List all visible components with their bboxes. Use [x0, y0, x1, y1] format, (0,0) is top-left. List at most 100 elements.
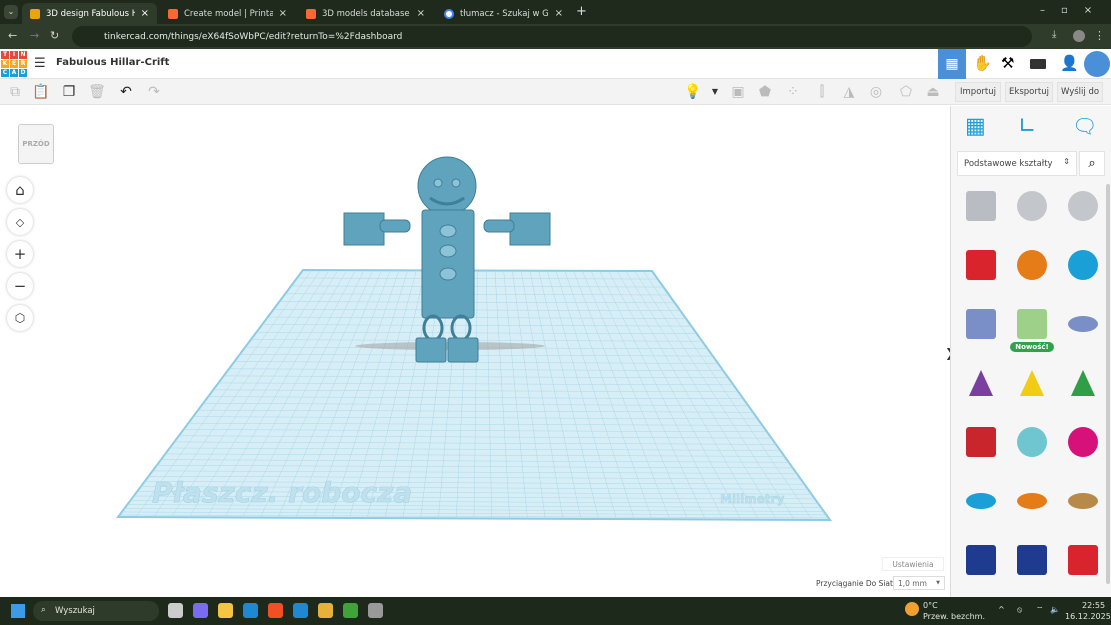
- notes-icon[interactable]: 🗨: [1072, 114, 1097, 138]
- settings-icon[interactable]: [368, 603, 383, 618]
- copy-icon[interactable]: ⧉: [6, 83, 24, 101]
- shape-text[interactable]: [959, 420, 1003, 464]
- file-explorer-icon[interactable]: [168, 603, 183, 618]
- new-tab-button[interactable]: +: [576, 4, 587, 19]
- back-icon[interactable]: ←: [8, 29, 17, 42]
- tab-list-button[interactable]: ⌄: [4, 5, 18, 19]
- minecraft-pickaxe-icon[interactable]: ⚒: [1001, 54, 1014, 72]
- shape-torus[interactable]: [959, 479, 1003, 523]
- workplane-label: Płaszcz. robocza: [152, 476, 412, 509]
- invite-user-icon[interactable]: 👤: [1060, 54, 1079, 72]
- windows-start-icon[interactable]: [11, 604, 25, 618]
- window-controls[interactable]: –▫×: [1040, 5, 1108, 16]
- design-title[interactable]: Fabulous Hillar-Crift: [56, 57, 169, 68]
- shape-scribble[interactable]: [959, 302, 1003, 346]
- store-icon[interactable]: [268, 603, 283, 618]
- shape-category-select[interactable]: Podstawowe kształty ⇕: [957, 151, 1077, 176]
- shape-half-cylinder[interactable]: [1010, 420, 1054, 464]
- shape-spring[interactable]: [1061, 302, 1105, 346]
- downloads-icon[interactable]: [293, 603, 308, 618]
- box-icon: [966, 250, 996, 280]
- download-icon[interactable]: ⤓: [1052, 29, 1056, 40]
- 3d-view-button[interactable]: ▦: [938, 49, 966, 79]
- weather-temp[interactable]: 0°C: [923, 601, 938, 610]
- mirror-icon[interactable]: ◮: [840, 83, 858, 101]
- tab-printables-create[interactable]: Create model | Printables.com×: [160, 3, 295, 24]
- tinkercad-logo[interactable]: TIN KER CAD: [1, 51, 27, 77]
- lego-brick-icon[interactable]: [1030, 59, 1046, 69]
- tray-chevron-icon[interactable]: ^: [998, 605, 1005, 614]
- redo-icon[interactable]: ↷: [145, 83, 163, 101]
- shape-cylinder[interactable]: [1010, 243, 1054, 287]
- delete-icon[interactable]: 🗑: [88, 83, 106, 101]
- 3d-viewport[interactable]: PRZÓD ⌂ ◇ + − ⬡ Płaszcz. robocza Milimet…: [0, 106, 955, 597]
- close-icon[interactable]: ×: [417, 8, 425, 19]
- minecraft-icon[interactable]: [343, 603, 358, 618]
- shape-icosahedron[interactable]: [1061, 538, 1105, 582]
- tab-printables-db[interactable]: 3D models database | Printables×: [298, 3, 433, 24]
- network-icon[interactable]: ⦸: [1017, 605, 1022, 615]
- ungroup-icon[interactable]: ⬟: [756, 83, 774, 101]
- half-cylinder-icon: [1017, 427, 1047, 457]
- send-to-button[interactable]: Wyślij do: [1057, 82, 1103, 102]
- menu-icon[interactable]: ⋮: [1094, 29, 1105, 42]
- import-button[interactable]: Importuj: [955, 82, 1001, 102]
- volume-icon[interactable]: 🔈: [1050, 605, 1060, 614]
- avatar[interactable]: [1084, 51, 1110, 77]
- box-hole-icon: [966, 191, 996, 221]
- group-icon[interactable]: ▣: [729, 83, 747, 101]
- shape-ring[interactable]: [1061, 479, 1105, 523]
- design-list-icon[interactable]: ☰: [34, 56, 46, 71]
- shape-wedge[interactable]: [959, 538, 1003, 582]
- cruise-icon[interactable]: ◎: [867, 83, 885, 101]
- clock-time[interactable]: 22:55: [1082, 601, 1105, 610]
- folder-icon[interactable]: [218, 603, 233, 618]
- light-bulb-icon[interactable]: 💡: [684, 83, 702, 101]
- reload-icon[interactable]: ↻: [50, 29, 59, 42]
- sim-lab-icon[interactable]: ✋: [973, 54, 992, 72]
- shape-roof[interactable]: [1061, 361, 1105, 405]
- shape-sphere-hole[interactable]: [1061, 184, 1105, 228]
- weather-desc[interactable]: Przew. bezchm.: [923, 612, 985, 621]
- url-input[interactable]: tinkercad.com/things/eX64fSoWbPC/edit?re…: [72, 26, 1032, 47]
- forward-icon[interactable]: →: [30, 29, 39, 42]
- shape-box-hole[interactable]: [959, 184, 1003, 228]
- shape-box[interactable]: [959, 243, 1003, 287]
- shape-paraboloid[interactable]: [1061, 420, 1105, 464]
- ruler-icon[interactable]: ⏏: [924, 83, 942, 101]
- profile-icon[interactable]: [1073, 30, 1085, 42]
- ruler-icon[interactable]: ∟: [1018, 114, 1036, 139]
- tab-google[interactable]: tłumacz - Szukaj w Google×: [436, 3, 571, 24]
- edge-icon[interactable]: [243, 603, 258, 618]
- shape-tube[interactable]: [1010, 479, 1054, 523]
- taskbar-search[interactable]: ⌕ Wyszukaj: [33, 601, 159, 621]
- wifi-icon[interactable]: ⌔: [1036, 605, 1044, 615]
- paste-icon[interactable]: 📋: [32, 83, 50, 101]
- cut-hole-icon[interactable]: ⁘: [784, 83, 802, 101]
- workplane-icon[interactable]: ⬠: [897, 83, 915, 101]
- wedge-icon: [966, 545, 996, 575]
- undo-icon[interactable]: ↶: [117, 83, 135, 101]
- export-button[interactable]: Eksportuj: [1005, 82, 1053, 102]
- shape-hexagonal-prism[interactable]: [1010, 538, 1054, 582]
- shape-sphere[interactable]: [1061, 243, 1105, 287]
- search-button[interactable]: ⌕: [1079, 151, 1105, 176]
- close-icon[interactable]: ×: [279, 8, 287, 19]
- align-icon[interactable]: ⫿: [813, 83, 831, 101]
- shape-cone[interactable]: [959, 361, 1003, 405]
- workplane-grid-icon[interactable]: ▦: [965, 114, 986, 139]
- copilot-icon[interactable]: [193, 603, 208, 618]
- close-icon[interactable]: ×: [141, 8, 149, 19]
- shape-cylinder-hole[interactable]: [1010, 184, 1054, 228]
- duplicate-icon[interactable]: ❐: [60, 83, 78, 101]
- clock-date[interactable]: 16.12.2025: [1065, 612, 1111, 621]
- settings-button[interactable]: Ustawienia: [882, 557, 944, 571]
- snap-grid-select[interactable]: 1,0 mm ▼: [893, 576, 945, 590]
- shape-spinner[interactable]: Nowość!: [1010, 302, 1054, 352]
- shape-pyramid[interactable]: [1010, 361, 1054, 405]
- chrome-icon[interactable]: [318, 603, 333, 618]
- scrollbar[interactable]: [1106, 184, 1110, 584]
- chevron-down-icon[interactable]: ▼: [706, 83, 724, 101]
- tab-tinkercad[interactable]: 3D design Fabulous Hillar-Crift×: [22, 3, 157, 24]
- close-icon[interactable]: ×: [555, 8, 563, 19]
